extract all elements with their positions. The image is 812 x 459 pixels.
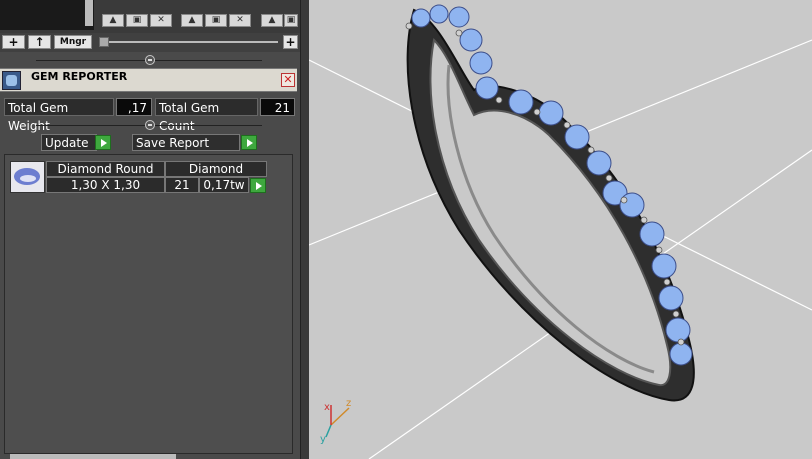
prong <box>563 121 571 129</box>
column-header-material: Diamond <box>165 161 267 177</box>
save-button-2[interactable]: ▣ <box>205 14 227 27</box>
collapse-knob-2[interactable] <box>145 120 155 130</box>
preview-scrollbar[interactable] <box>85 0 93 26</box>
slider-track[interactable] <box>100 41 278 43</box>
gem-reporter-title-bar: GEM REPORTER ✕ <box>0 68 297 92</box>
save-report-button[interactable] <box>241 135 257 150</box>
gem <box>619 192 645 218</box>
total-gem-count-label: Total Gem Count <box>155 98 258 133</box>
prong <box>640 216 648 224</box>
gem-reporter-icon <box>2 71 21 90</box>
up-button[interactable]: ↑ <box>28 35 51 49</box>
manager-label: Mngr <box>59 37 87 47</box>
preview-box <box>0 0 94 30</box>
prong <box>605 174 613 182</box>
z-axis-label: z <box>346 398 351 409</box>
save-report-label: Save Report <box>132 134 240 151</box>
prong <box>620 196 628 204</box>
prong <box>655 246 663 254</box>
gem <box>564 124 590 150</box>
gem-count-cell: 21 <box>165 177 199 193</box>
gem <box>448 6 470 28</box>
prong <box>677 338 685 346</box>
gem <box>586 150 612 176</box>
gem <box>429 4 449 24</box>
prong <box>663 278 671 286</box>
manager-button[interactable]: Mngr <box>54 35 92 49</box>
save-button-3[interactable]: ▣ <box>284 14 298 27</box>
gem-weight-cell: 0,17tw <box>199 177 249 193</box>
delete-button-1[interactable]: ✕ <box>150 14 172 27</box>
gem <box>469 51 493 75</box>
gem <box>508 89 534 115</box>
add-button[interactable]: + <box>2 35 25 49</box>
close-icon: ✕ <box>236 15 244 25</box>
close-icon: ✕ <box>283 73 293 86</box>
delete-button-2[interactable]: ✕ <box>229 14 251 27</box>
gem-reporter-panel: ▲ ▣ ✕ ▲ ▣ ✕ ▲ ▣ + ↑ Mngr + GEM REPORTER … <box>0 0 300 459</box>
gem <box>665 317 691 343</box>
save-icon: ▣ <box>132 15 142 25</box>
x-axis-label: x <box>324 402 330 413</box>
total-gem-count-value: 21 <box>260 98 295 116</box>
add-right-button[interactable]: + <box>283 35 298 49</box>
prong <box>495 96 503 104</box>
close-icon: ✕ <box>157 15 165 25</box>
gem <box>411 8 431 28</box>
y-axis-label: y <box>320 434 326 445</box>
gem-row-select-button[interactable] <box>250 178 266 193</box>
top-toolbar-strip: ▲ ▣ ✕ ▲ ▣ ✕ ▲ ▣ <box>0 0 300 33</box>
prong <box>405 22 413 30</box>
total-gem-weight-value: ,17 <box>116 98 152 116</box>
arrow-up-icon: ▲ <box>109 15 117 25</box>
close-button[interactable]: ✕ <box>281 73 295 87</box>
prong <box>672 310 680 318</box>
prong <box>587 146 595 154</box>
gem <box>639 221 665 247</box>
plus-icon: + <box>8 35 19 49</box>
3d-viewport[interactable]: x z y <box>309 0 812 459</box>
axis-gizmo: x z y <box>320 398 351 445</box>
arrow-up-icon: ↑ <box>34 35 45 49</box>
y-axis-line <box>325 424 332 438</box>
prong <box>455 29 463 37</box>
arrow-up-icon: ▲ <box>268 15 276 25</box>
save-icon: ▣ <box>211 15 221 25</box>
column-header-shape: Diamond Round <box>46 161 165 177</box>
prong <box>533 108 541 116</box>
ring-model <box>406 8 695 402</box>
horizontal-scrollbar[interactable] <box>10 454 176 459</box>
gem <box>651 253 677 279</box>
save-icon: ▣ <box>286 15 296 25</box>
save-button-1[interactable]: ▣ <box>126 14 148 27</box>
total-gem-weight-label: Total Gem Weight <box>4 98 114 133</box>
panel-splitter[interactable] <box>300 0 309 459</box>
move-up-button-1[interactable]: ▲ <box>102 14 124 27</box>
z-axis-line <box>330 407 350 426</box>
arrow-up-icon: ▲ <box>188 15 196 25</box>
viewport-canvas: x z y <box>309 4 812 459</box>
gem <box>459 28 483 52</box>
gem <box>538 100 564 126</box>
gem <box>669 342 693 366</box>
collapse-knob[interactable] <box>145 55 155 65</box>
update-button[interactable] <box>95 135 111 150</box>
slider-thumb[interactable] <box>99 37 109 47</box>
gem <box>475 76 499 100</box>
move-up-button-3[interactable]: ▲ <box>261 14 283 27</box>
update-label: Update <box>41 134 97 151</box>
gem-size-cell: 1,30 X 1,30 <box>46 177 165 193</box>
gem <box>658 285 684 311</box>
gem-list <box>4 154 293 454</box>
panel-title: GEM REPORTER <box>31 70 128 83</box>
diamond-round-icon <box>10 161 45 193</box>
move-up-button-2[interactable]: ▲ <box>181 14 203 27</box>
plus-icon: + <box>285 35 296 49</box>
